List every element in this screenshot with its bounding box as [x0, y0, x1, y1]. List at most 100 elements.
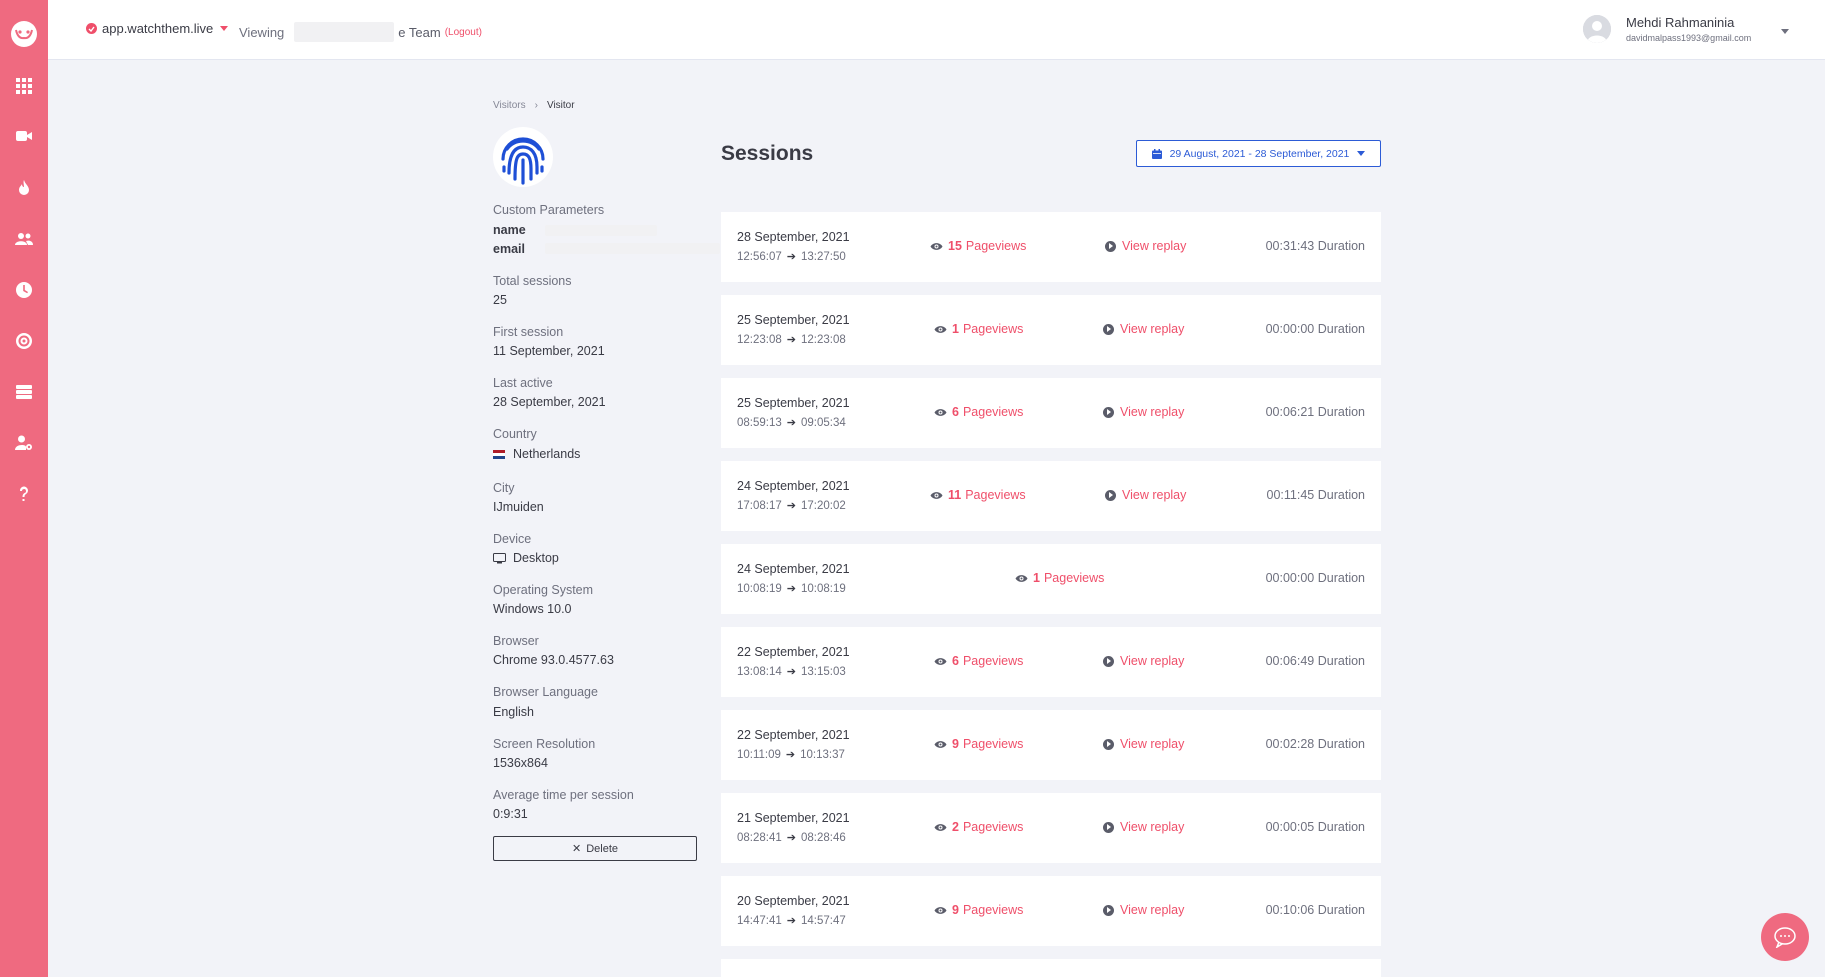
session-pageviews[interactable]: 2 Pageviews: [934, 820, 1023, 834]
session-times: 08:28:41 ➔ 08:28:46: [737, 831, 846, 845]
session-row[interactable]: 28 September, 2021 12:56:07 ➔ 13:27:50 15 Pag…: [721, 212, 1381, 282]
eye-icon: [934, 408, 947, 417]
session-row[interactable]: 25 September, 2021 12:23:08 ➔ 12:23:08 1 Page…: [721, 295, 1381, 365]
view-replay-link[interactable]: View replay: [1105, 488, 1186, 502]
view-replay-link[interactable]: View replay: [1103, 654, 1184, 668]
users-icon[interactable]: [14, 229, 34, 249]
total-sessions-label: Total sessions: [493, 274, 572, 288]
view-replay-link[interactable]: View replay: [1103, 737, 1184, 751]
session-row[interactable]: 24 September, 2021 17:08:17 ➔ 17:20:02 11 Pag…: [721, 461, 1381, 531]
session-end: 13:27:50: [800, 250, 846, 263]
session-row[interactable]: 24 September, 2021 10:08:19 ➔ 10:08:19 1 Page…: [721, 544, 1381, 614]
session-times: 13:08:14 ➔ 13:15:03: [737, 665, 846, 679]
session-pageviews[interactable]: 15 Pageviews: [930, 239, 1026, 253]
device-name: Desktop: [513, 551, 559, 565]
session-start: 08:28:41: [737, 831, 782, 844]
session-duration: 00:10:06 Duration: [1266, 903, 1365, 917]
session-row[interactable]: 25 September, 2021 08:59:13 ➔ 09:05:34 6 Page…: [721, 378, 1381, 448]
avatar[interactable]: [1583, 15, 1611, 43]
arrow-right-icon: ➔: [786, 251, 796, 263]
view-replay-label: View replay: [1120, 654, 1185, 668]
logout-link[interactable]: (Logout): [445, 27, 482, 38]
session-row[interactable]: 20 September, 2021 14:47:41 ➔ 14:57:47 9 Page…: [721, 876, 1381, 946]
session-pageviews[interactable]: 1 Pageviews: [1015, 571, 1104, 585]
session-duration: 00:31:43 Duration: [1266, 239, 1365, 253]
session-start: 12:23:08: [737, 333, 782, 346]
video-icon[interactable]: [14, 126, 34, 146]
session-row[interactable]: 22 September, 2021 10:11:09 ➔ 10:13:37 9 Page…: [721, 710, 1381, 780]
breadcrumb-visitors[interactable]: Visitors: [493, 100, 526, 111]
arrow-right-icon: ➔: [786, 666, 796, 678]
duration-label: Duration: [1317, 239, 1365, 253]
play-icon: [1103, 904, 1114, 916]
fire-icon[interactable]: [14, 178, 34, 198]
date-range-picker[interactable]: 29 August, 2021 - 28 September, 2021: [1136, 140, 1381, 167]
pageviews-count: 11: [948, 488, 962, 502]
session-row[interactable]: [721, 959, 1381, 977]
user-name[interactable]: Mehdi Rahmaninia: [1626, 15, 1734, 30]
dashboard-icon[interactable]: [14, 76, 34, 96]
country-name: Netherlands: [513, 447, 581, 461]
session-row[interactable]: 22 September, 2021 13:08:14 ➔ 13:15:03 6 Page…: [721, 627, 1381, 697]
session-pageviews[interactable]: 11 Pageviews: [930, 488, 1026, 502]
duration-label: Duration: [1317, 654, 1365, 668]
session-pageviews[interactable]: 9 Pageviews: [934, 737, 1023, 751]
session-pageviews[interactable]: 9 Pageviews: [934, 903, 1023, 917]
user-settings-icon[interactable]: [14, 433, 34, 453]
date-range-label: 29 August, 2021 - 28 September, 2021: [1169, 147, 1350, 160]
session-times: 10:11:09 ➔ 10:13:37: [737, 748, 845, 762]
session-duration: 00:00:00 Duration: [1266, 322, 1365, 336]
browser-label: Browser: [493, 634, 539, 648]
chevron-down-icon: [220, 26, 229, 31]
view-replay-link[interactable]: View replay: [1105, 239, 1186, 253]
chat-button[interactable]: [1761, 913, 1809, 961]
play-icon: [1103, 323, 1114, 335]
duration-label: Duration: [1317, 322, 1365, 336]
viewing-label: Viewing: [239, 24, 285, 40]
help-icon[interactable]: [14, 484, 34, 504]
session-start: 13:08:14: [737, 665, 782, 678]
logo-icon[interactable]: [11, 21, 37, 47]
session-end: 14:57:47: [800, 914, 846, 927]
pageviews-label: Pageviews: [962, 903, 1024, 917]
session-start: 17:08:17: [737, 499, 782, 512]
duration-label: Duration: [1317, 405, 1365, 419]
session-pageviews[interactable]: 6 Pageviews: [934, 405, 1023, 419]
view-replay-link[interactable]: View replay: [1103, 820, 1184, 834]
view-replay-link[interactable]: View replay: [1103, 322, 1184, 336]
session-duration: 00:11:45 Duration: [1267, 488, 1365, 502]
eye-icon: [934, 906, 947, 915]
session-times: 17:08:17 ➔ 17:20:02: [737, 499, 846, 513]
target-icon[interactable]: [14, 331, 34, 351]
session-times: 08:59:13 ➔ 09:05:34: [737, 416, 846, 430]
session-date: 25 September, 2021: [737, 313, 850, 327]
eye-icon: [934, 740, 947, 749]
close-icon: ✕: [571, 843, 582, 855]
duration-value: 00:02:28: [1265, 737, 1315, 751]
site-selector[interactable]: app.watchthem.live: [86, 21, 229, 36]
last-active-label: Last active: [493, 376, 553, 390]
view-replay-link[interactable]: View replay: [1103, 405, 1184, 419]
param-email-key: email: [493, 242, 525, 256]
device-value: Desktop: [493, 551, 559, 565]
session-pageviews[interactable]: 1 Pageviews: [934, 322, 1023, 336]
delete-button[interactable]: ✕ Delete: [493, 836, 697, 861]
session-start: 14:47:41: [737, 914, 782, 927]
session-duration: 00:02:28 Duration: [1266, 737, 1365, 751]
chevron-down-icon: [1357, 151, 1366, 156]
clock-icon[interactable]: [14, 280, 34, 300]
session-row[interactable]: 21 September, 2021 08:28:41 ➔ 08:28:46 2 Page…: [721, 793, 1381, 863]
server-icon[interactable]: [14, 382, 34, 402]
arrow-right-icon: ➔: [785, 749, 796, 761]
pageviews-label: Pageviews: [1043, 571, 1105, 585]
pageviews-count: 1: [1033, 571, 1040, 585]
country-label: Country: [493, 427, 537, 441]
fingerprint-icon: [493, 127, 553, 187]
view-replay-link[interactable]: View replay: [1103, 903, 1184, 917]
pageviews-count: 6: [952, 405, 959, 419]
eye-icon: [934, 657, 947, 666]
screen-resolution-label: Screen Resolution: [493, 737, 596, 751]
avg-time-value: 0:9:31: [493, 807, 528, 821]
user-menu-chevron-icon[interactable]: [1781, 29, 1789, 34]
session-pageviews[interactable]: 6 Pageviews: [934, 654, 1023, 668]
